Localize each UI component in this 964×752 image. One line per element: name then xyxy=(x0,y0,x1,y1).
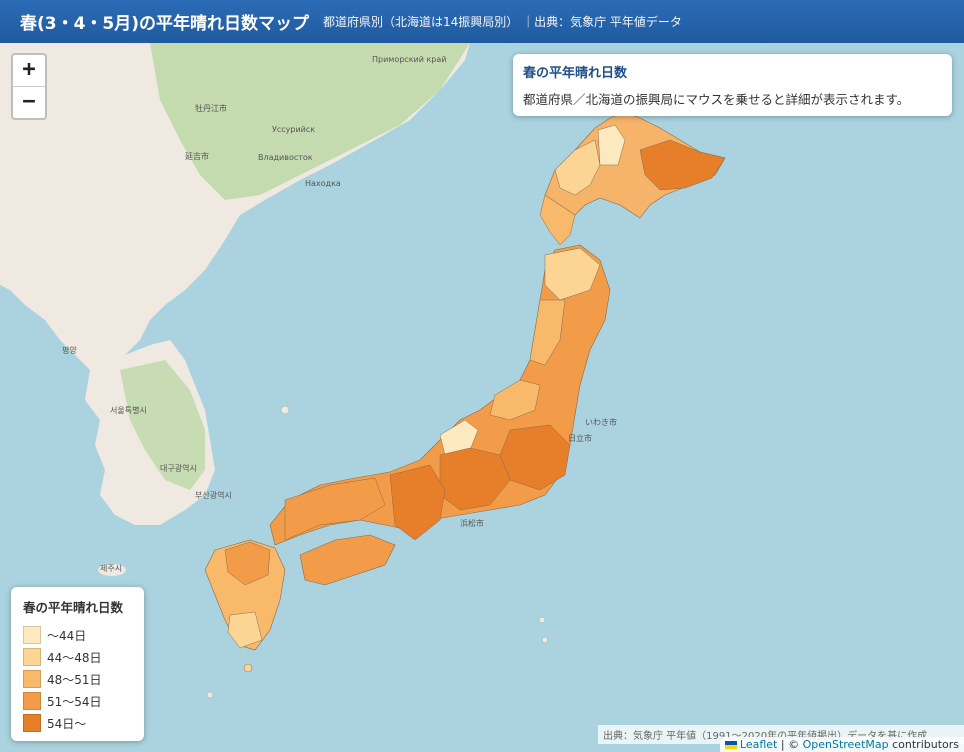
info-panel: 春の平年晴れ日数 都道府県／北海道の振興局にマウスを乗せると詳細が表示されます。 xyxy=(513,54,952,116)
info-description: 都道府県／北海道の振興局にマウスを乗せると詳細が表示されます。 xyxy=(523,92,910,107)
osm-link[interactable]: OpenStreetMap xyxy=(803,738,889,751)
label-hitachi: 日立市 xyxy=(568,434,592,443)
label-daegu: 대구광역시 xyxy=(160,464,197,473)
legend-item: 51〜54日 xyxy=(23,690,132,712)
legend-label: 51〜54日 xyxy=(47,694,102,709)
page-subtitle: 都道府県別（北海道は14振興局別） ｜出典：気象庁 平年値データ xyxy=(323,15,682,29)
island xyxy=(206,691,214,699)
legend-swatch xyxy=(23,714,41,732)
legend-panel: 春の平年晴れ日数 〜44日 44〜48日 48〜51日 51〜54日 54日〜 xyxy=(11,587,144,741)
legend-swatch xyxy=(23,670,41,688)
island xyxy=(541,636,549,644)
legend-swatch xyxy=(23,626,41,644)
legend-item: 44〜48日 xyxy=(23,646,132,668)
map-canvas[interactable]: Владивосток 延吉市 Уссурийск Находка Примор… xyxy=(0,43,964,752)
legend-title: 春の平年晴れ日数 xyxy=(23,600,124,615)
legend-label: 54日〜 xyxy=(47,716,87,731)
legend-item: 48〜51日 xyxy=(23,668,132,690)
zoom-out-button[interactable]: − xyxy=(13,87,45,118)
legend-label: 48〜51日 xyxy=(47,672,102,687)
leaflet-link[interactable]: Leaflet xyxy=(740,738,777,751)
label-mudanjiang: 牡丹江市 xyxy=(195,104,227,113)
legend-label: 44〜48日 xyxy=(47,650,102,665)
label-nakhodka: Находка xyxy=(305,179,341,188)
label-iwaki: いわき市 xyxy=(585,418,617,427)
island xyxy=(538,616,546,624)
map-attribution: Leaflet | © OpenStreetMap contributors xyxy=(719,737,964,752)
info-title: 春の平年晴れ日数 xyxy=(523,66,628,81)
page-title: 春(3・4・5月)の平年晴れ日数マップ xyxy=(20,14,310,34)
legend-item: 54日〜 xyxy=(23,712,132,734)
attribution-contributors: contributors xyxy=(888,738,959,751)
label-primorsky: Приморский край xyxy=(372,55,447,64)
island xyxy=(243,663,253,673)
map-svg[interactable] xyxy=(0,43,964,752)
ukraine-flag-icon xyxy=(724,741,737,749)
zoom-control: + − xyxy=(11,53,47,120)
island xyxy=(280,405,290,415)
legend-item: 〜44日 xyxy=(23,624,132,646)
label-hamamatsu: 浜松市 xyxy=(460,519,484,528)
label-vladivostok: Владивосток xyxy=(258,153,313,162)
legend-swatch xyxy=(23,692,41,710)
label-pyongyang: 평양 xyxy=(62,346,77,355)
label-ussuriysk: Уссурийск xyxy=(272,125,316,134)
label-busan: 부산광역시 xyxy=(195,491,232,500)
legend-swatch xyxy=(23,648,41,666)
attribution-separator: | © xyxy=(777,738,803,751)
label-yanji: 延吉市 xyxy=(185,152,209,161)
label-jeju: 제주시 xyxy=(100,564,123,573)
label-seoul: 서울특별시 xyxy=(110,406,147,415)
legend-label: 〜44日 xyxy=(47,628,87,643)
app-header: 春(3・4・5月)の平年晴れ日数マップ 都道府県別（北海道は14振興局別） ｜出… xyxy=(0,0,964,43)
zoom-in-button[interactable]: + xyxy=(13,55,45,87)
